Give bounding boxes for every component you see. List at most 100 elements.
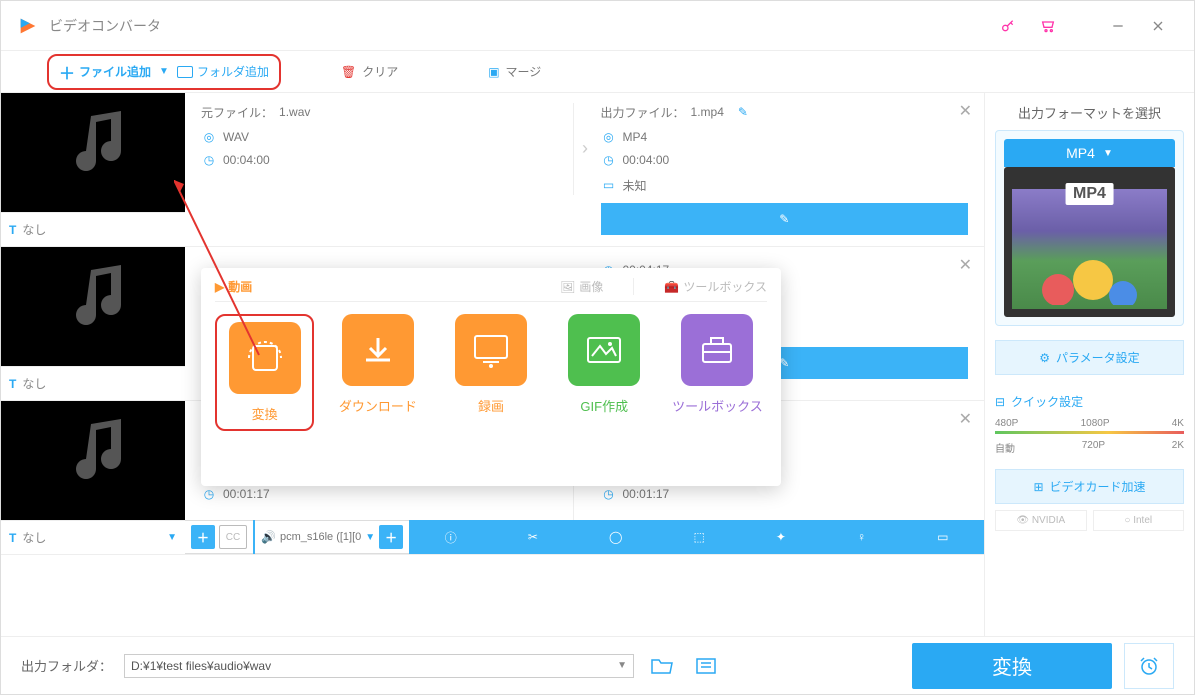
effect-icon[interactable]: ✦ xyxy=(776,530,786,544)
add-folder-label: フォルダ追加 xyxy=(197,63,269,80)
convert-button[interactable]: 変換 xyxy=(912,643,1112,689)
annotation-add-group: ＋ ファイル追加 ▼ フォルダ追加 xyxy=(47,54,281,90)
popup-card-download[interactable]: ダウンロード xyxy=(328,314,427,431)
popup-tab-image[interactable]: 🖼画像 xyxy=(560,278,603,295)
remove-item-button[interactable]: ✕ xyxy=(959,255,972,275)
clear-button[interactable]: 🗑 クリア xyxy=(341,63,398,80)
disc-icon: ◎ xyxy=(201,130,217,144)
open-folder-button[interactable] xyxy=(690,650,722,682)
src-duration: 00:01:17 xyxy=(223,487,270,501)
out-file-label: 出力ファイル： xyxy=(601,104,685,121)
slider-tick: 自動 xyxy=(995,440,1015,455)
format-selector[interactable]: MP4▼ MP4 xyxy=(995,130,1184,326)
subtitle-edit-icon[interactable]: ▭ xyxy=(937,530,948,544)
video-small-icon: ▶ xyxy=(215,280,224,294)
crop-icon[interactable]: ⬚ xyxy=(693,530,704,544)
clock-icon: ◷ xyxy=(601,487,617,501)
watermark-icon[interactable]: ♀ xyxy=(857,530,866,544)
music-note-icon xyxy=(56,419,136,489)
subtitle-value: なし xyxy=(22,375,177,392)
popup-card-gif-label: GIF作成 xyxy=(555,396,654,415)
plus-icon: ＋ xyxy=(59,60,75,84)
src-file-label: 元ファイル： xyxy=(201,104,273,121)
gpu-accel-button[interactable]: ⊞ビデオカード加速 xyxy=(995,469,1184,504)
popup-tab-video[interactable]: ▶ 動画 xyxy=(215,278,252,295)
schedule-button[interactable] xyxy=(1124,643,1174,689)
merge-button[interactable]: ▣ マージ xyxy=(488,63,541,80)
app-logo-icon xyxy=(17,15,39,37)
item-control-bar: ＋ CC 🔊 pcm_s16le ([1][0 ▼ ＋ ⓘ ✂ ◯ ⬚ xyxy=(185,520,984,554)
remove-item-button[interactable]: ✕ xyxy=(959,409,972,429)
disc-icon: ◎ xyxy=(601,130,617,144)
subtitle-value: なし xyxy=(22,529,167,546)
popup-card-toolbox-label: ツールボックス xyxy=(668,396,767,415)
out-file-name: 1.mp4 xyxy=(691,105,724,119)
popup-card-download-label: ダウンロード xyxy=(328,396,427,415)
info-icon[interactable]: ⓘ xyxy=(445,529,457,546)
src-duration: 00:04:00 xyxy=(223,153,270,167)
slider-tick: 480P xyxy=(995,418,1018,429)
subtitle-selector[interactable]: T なし xyxy=(1,212,185,246)
titlebar: ビデオコンバータ xyxy=(1,1,1194,51)
add-audio-button[interactable]: ＋ xyxy=(379,525,403,549)
parameter-settings-button[interactable]: ⚙パラメータ設定 xyxy=(995,340,1184,375)
subtitle-value: なし xyxy=(22,221,177,238)
browse-folder-button[interactable] xyxy=(646,650,678,682)
cut-icon[interactable]: ✂ xyxy=(528,530,538,544)
output-format-title: 出力フォーマットを選択 xyxy=(995,103,1184,122)
close-button[interactable] xyxy=(1138,8,1178,44)
chevron-right-icon: › xyxy=(582,138,588,159)
add-folder-button[interactable]: フォルダ追加 xyxy=(177,63,269,80)
clock-icon: ◷ xyxy=(601,153,617,167)
popup-tab-image-label: 画像 xyxy=(579,278,603,295)
edit-pen-icon[interactable]: ✎ xyxy=(738,105,748,119)
resolution-slider[interactable]: 480P 1080P 4K 自動 720P 2K xyxy=(995,418,1184,455)
subtitle-selector[interactable]: T なし xyxy=(1,366,185,400)
add-file-dropdown-icon[interactable]: ▼ xyxy=(159,66,169,77)
rotate-icon[interactable]: ◯ xyxy=(609,530,622,544)
clock-icon: ◷ xyxy=(201,487,217,501)
popup-card-toolbox[interactable]: ツールボックス xyxy=(668,314,767,431)
popup-card-record-label: 録画 xyxy=(441,396,540,415)
toolbox-large-icon xyxy=(681,314,753,386)
list-item: T なし ✕ 元ファイル：1.wav › 出力ファイル：1.mp4✎ ◎WAV … xyxy=(1,93,984,247)
subtitle-icon: T xyxy=(9,223,16,237)
chevron-down-icon: ▼ xyxy=(1103,148,1113,159)
popup-tab-video-label: 動画 xyxy=(228,278,252,295)
remove-item-button[interactable]: ✕ xyxy=(959,101,972,121)
add-file-button[interactable]: ＋ ファイル追加 xyxy=(59,60,151,84)
popup-tab-toolbox[interactable]: 🧰ツールボックス xyxy=(664,278,767,295)
gif-icon xyxy=(568,314,640,386)
subtitle-selector[interactable]: T なし ▼ xyxy=(1,520,185,554)
music-note-icon xyxy=(56,111,136,181)
popup-card-convert[interactable]: 変換 xyxy=(215,314,314,431)
out-duration: 00:01:17 xyxy=(623,487,670,501)
key-icon[interactable] xyxy=(988,8,1028,44)
format-badge: MP4 xyxy=(1065,183,1114,205)
add-subtitle-button[interactable]: ＋ xyxy=(191,525,215,549)
chevron-down-icon[interactable]: ▼ xyxy=(365,532,375,543)
subtitle-icon: T xyxy=(9,531,16,545)
minimize-button[interactable] xyxy=(1098,8,1138,44)
thumbnail[interactable] xyxy=(1,93,185,213)
clear-label: クリア xyxy=(362,63,398,80)
music-note-icon xyxy=(56,265,136,335)
thumbnail[interactable] xyxy=(1,247,185,367)
output-path-input[interactable]: D:¥1¥test files¥audio¥wav▼ xyxy=(124,654,634,678)
toolbar: ＋ ファイル追加 ▼ フォルダ追加 🗑 クリア ▣ マージ xyxy=(1,51,1194,93)
vendor-intel: ○ Intel xyxy=(1093,510,1185,531)
out-size: 未知 xyxy=(623,177,647,194)
cart-icon[interactable] xyxy=(1028,8,1068,44)
file-list: T なし ✕ 元ファイル：1.wav › 出力ファイル：1.mp4✎ ◎WAV … xyxy=(1,93,984,636)
out-format: MP4 xyxy=(623,130,648,144)
popup-card-gif[interactable]: GIF作成 xyxy=(555,314,654,431)
settings-icon: ⚙ xyxy=(1039,351,1050,365)
cc-icon[interactable]: CC xyxy=(219,525,247,549)
edit-action-button[interactable]: ✎ xyxy=(601,203,969,235)
bottom-bar: 出力フォルダ： D:¥1¥test files¥audio¥wav▼ 変換 xyxy=(1,636,1194,694)
chip-icon: ⊞ xyxy=(1033,480,1043,494)
popup-card-record[interactable]: 録画 xyxy=(441,314,540,431)
thumbnail[interactable] xyxy=(1,401,185,521)
merge-icon: ▣ xyxy=(488,65,499,79)
out-duration: 00:04:00 xyxy=(623,153,670,167)
